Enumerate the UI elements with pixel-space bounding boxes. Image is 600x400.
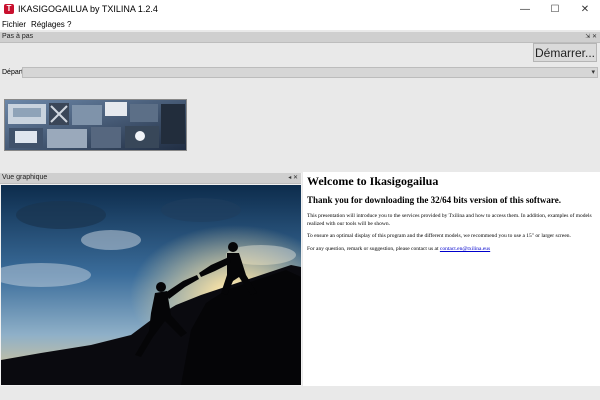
step-panel-controls[interactable]: ⇲ ✕ <box>585 32 597 42</box>
menu-fichier[interactable]: Fichier <box>2 20 26 30</box>
graphic-view-header: Vue graphique ◂ ✕ <box>0 173 301 184</box>
welcome-contact-paragraph: For any question, remark or suggestion, … <box>307 245 599 253</box>
graphic-view-title: Vue graphique <box>2 174 48 181</box>
contact-email-link[interactable]: contact.en@txilina.eus <box>440 246 490 252</box>
models-banner-image <box>4 99 187 151</box>
chevron-down-icon[interactable]: ▾ <box>591 68 595 78</box>
window-title: IKASIGOGAILUA by TXILINA 1.2.4 <box>18 4 158 14</box>
contact-prefix: For any question, remark or suggestion, … <box>307 246 440 252</box>
minimize-button[interactable]: — <box>510 0 540 20</box>
status-strip <box>0 386 600 400</box>
menu-help[interactable]: ? <box>67 20 71 30</box>
menu-reglages[interactable]: Réglages <box>31 20 65 30</box>
menu-bar: Fichier Réglages ? <box>0 20 600 30</box>
close-button[interactable]: ✕ <box>570 0 600 20</box>
welcome-subtitle: Thank you for downloading the 32/64 bits… <box>307 195 561 205</box>
start-button[interactable]: Démarrer... <box>533 43 597 62</box>
app-logo-icon: T <box>4 4 14 14</box>
welcome-title: Welcome to Ikasigogailua <box>307 174 439 188</box>
welcome-pane: Welcome to Ikasigogailua Thank you for d… <box>303 172 600 386</box>
step-panel-title: Pas à pas <box>2 33 34 40</box>
welcome-intro-paragraph: This presentation will introduce you to … <box>307 213 592 227</box>
maximize-button[interactable]: ☐ <box>540 0 570 20</box>
depart-label: Départ <box>2 69 24 76</box>
depart-select[interactable]: ▾ <box>22 67 598 78</box>
title-bar: T IKASIGOGAILUA by TXILINA 1.2.4 — ☐ ✕ <box>0 0 600 20</box>
climbers-photo <box>1 185 301 385</box>
graphic-view-controls[interactable]: ◂ ✕ <box>288 173 298 183</box>
banner-collage <box>5 100 186 150</box>
welcome-display-paragraph: To ensure an optimal display of this pro… <box>307 233 571 239</box>
step-panel-header: Pas à pas ⇲ ✕ <box>0 32 600 43</box>
